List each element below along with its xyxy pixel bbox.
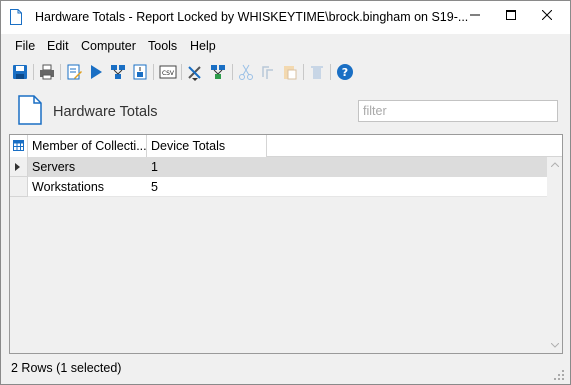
window-title: Hardware Totals - Report Locked by WHISK… [35, 10, 469, 24]
export-icon[interactable] [131, 63, 149, 81]
minimize-button[interactable] [457, 1, 493, 29]
row-count-status: 2 Rows (1 selected) [11, 361, 122, 375]
table-icon [13, 140, 24, 151]
row-selector[interactable] [10, 177, 28, 197]
row-pointer-icon [15, 163, 20, 171]
menu-help[interactable]: Help [190, 39, 216, 53]
menu-computer[interactable]: Computer [81, 39, 136, 53]
cell-member[interactable]: Servers [28, 157, 147, 177]
minimize-icon [470, 14, 480, 16]
menu-tools[interactable]: Tools [148, 39, 177, 53]
toolbar-separator [60, 64, 61, 80]
menu-bar: File Edit Computer Tools Help [1, 35, 570, 57]
close-icon [542, 10, 552, 20]
scroll-up-button[interactable] [547, 157, 562, 172]
menu-edit[interactable]: Edit [47, 39, 69, 53]
close-button[interactable] [529, 1, 565, 29]
status-bar: 2 Rows (1 selected) [1, 356, 570, 384]
maximize-button[interactable] [493, 1, 529, 29]
network-icon[interactable] [209, 63, 227, 81]
menu-file[interactable]: File [15, 39, 35, 53]
filter-input[interactable] [358, 100, 558, 122]
table-row[interactable]: Workstations 5 [10, 177, 547, 197]
tools-icon[interactable] [186, 63, 204, 81]
cut-icon[interactable] [237, 63, 255, 81]
results-grid: Member of Collecti... Device Totals Serv… [9, 134, 563, 354]
help-icon[interactable]: ? [336, 63, 354, 81]
column-header-device-totals[interactable]: Device Totals [147, 135, 267, 157]
save-icon[interactable] [11, 63, 29, 81]
edit-report-icon[interactable] [65, 63, 83, 81]
toolbar-separator [232, 64, 233, 80]
toolbar-separator [153, 64, 154, 80]
grid-header: Member of Collecti... Device Totals [10, 135, 562, 157]
print-icon[interactable] [38, 63, 56, 81]
report-document-icon [18, 95, 42, 125]
svg-text:CSV: CSV [162, 70, 175, 77]
toolbar-separator [181, 64, 182, 80]
document-icon [10, 9, 22, 25]
copy-icon[interactable] [259, 63, 277, 81]
scroll-down-button[interactable] [547, 338, 562, 353]
toolbar: CSV ? [1, 58, 570, 86]
cell-member[interactable]: Workstations [28, 177, 147, 197]
report-title: Hardware Totals [53, 104, 158, 120]
cell-device-total[interactable]: 5 [147, 177, 547, 197]
cell-device-total[interactable]: 1 [147, 157, 547, 177]
scan-icon[interactable] [109, 63, 127, 81]
maximize-icon [506, 10, 516, 20]
column-header-member[interactable]: Member of Collecti... [28, 135, 147, 157]
chevron-up-icon [550, 162, 559, 167]
export-csv-icon[interactable]: CSV [159, 63, 177, 81]
svg-text:?: ? [342, 66, 348, 79]
toolbar-separator [33, 64, 34, 80]
run-icon[interactable] [87, 63, 105, 81]
toolbar-separator [330, 64, 331, 80]
title-bar[interactable]: Hardware Totals - Report Locked by WHISK… [1, 1, 570, 34]
column-chooser-button[interactable] [10, 135, 28, 157]
resize-grip-icon[interactable] [553, 369, 565, 381]
app-window: Hardware Totals - Report Locked by WHISK… [0, 0, 571, 385]
chevron-down-icon [550, 343, 559, 348]
delete-icon[interactable] [308, 63, 326, 81]
vertical-scrollbar[interactable] [547, 157, 562, 353]
table-row[interactable]: Servers 1 [10, 157, 547, 177]
paste-icon[interactable] [281, 63, 299, 81]
row-selector[interactable] [10, 157, 28, 177]
report-header: Hardware Totals [1, 87, 570, 133]
toolbar-separator [303, 64, 304, 80]
